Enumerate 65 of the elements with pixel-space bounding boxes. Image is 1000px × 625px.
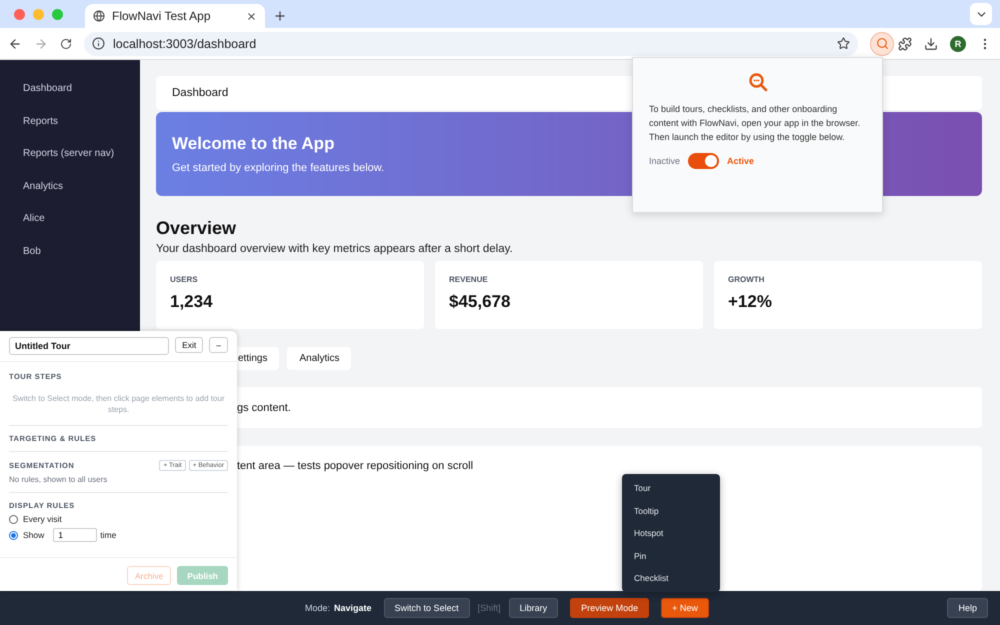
toggle-switch[interactable] [688,153,720,169]
menu-item[interactable]: Tour [622,478,720,500]
banner-title: Welcome to the App [172,134,334,154]
unit-label: time [100,530,116,540]
browser-tab[interactable]: FlowNavi Test App [85,4,265,28]
stat-value: $45,678 [449,292,512,312]
sidebar-item[interactable]: Reports [0,106,140,139]
info-icon [92,37,105,50]
menu-item[interactable]: Pin [622,546,720,568]
sidebar-item[interactable]: Alice [0,204,140,236]
mode-value: Navigate [334,603,372,613]
minimize-button[interactable]: – [209,337,228,353]
menu-item[interactable]: Tooltip [622,500,720,523]
mode-label: Mode: [305,603,330,613]
tab[interactable]: ettings [237,347,280,370]
download-icon [924,36,938,50]
stat-label: REVENUE [449,275,489,284]
exit-button[interactable]: Exit [175,337,204,353]
extension-button[interactable] [870,32,894,56]
close-dot[interactable] [14,8,25,20]
stat-value: 1,234 [170,292,214,312]
switch-mode-button[interactable]: Switch to Select [384,598,470,618]
help-button[interactable]: Help [947,598,988,618]
profile-avatar[interactable]: R [950,36,966,52]
bookmark-star-icon [837,37,850,50]
card-text: tent area — tests popover repositioning on scroll [237,460,474,472]
sidebar-item[interactable]: Bob [0,236,140,269]
globe-icon [93,10,105,22]
minimize-dot[interactable] [33,8,44,20]
forward-icon [34,36,48,50]
back-icon [8,36,22,50]
tour-name-field[interactable]: Untitled Tour [9,337,170,355]
inactive-label: Inactive [649,156,680,166]
section-title: Overview [156,218,238,239]
reload-icon [60,38,72,50]
address-bar[interactable]: localhost:3003/dashboard [84,32,858,56]
menu-item[interactable]: Checklist [622,568,720,590]
preview-button[interactable]: Preview Mode [570,598,650,618]
active-label: Active [727,156,754,166]
stat-label: GROWTH [728,275,766,284]
stat-label: USERS [170,275,199,284]
sidebar-item[interactable]: Analytics [0,172,140,204]
zoom-dot[interactable] [52,8,63,20]
radio-option[interactable]: Every visit [9,514,62,524]
new-button[interactable]: + New [661,598,709,618]
card-text: gs content. [237,402,291,414]
menu-item[interactable]: Hotspot [622,523,720,546]
count-field[interactable]: 1 [53,528,98,542]
tab[interactable]: Analytics [287,347,352,370]
steps-hint: Switch to Select mode, then click page elements to add tour steps. [11,393,226,415]
new-tab-icon[interactable] [273,9,287,23]
segmentation-note: No rules, shown to all users [9,475,108,484]
extensions-icon [898,36,912,50]
search-icon [748,72,768,92]
section-subtitle: Your dashboard overview with key metrics appears after a short delay. [156,243,514,255]
radio-option[interactable]: Show [9,530,44,540]
sidebar-item[interactable]: Reports (server nav) [0,139,140,172]
sidebar-item[interactable]: Dashboard [0,74,140,106]
close-icon [246,10,257,22]
shortcut-hint: [Shift] [478,603,501,613]
stat-value: +12% [728,292,773,312]
library-button[interactable]: Library [508,598,558,618]
banner-subtitle: Get started by exploring the features below. [172,162,384,174]
tab-list-button[interactable] [970,3,992,25]
search-icon [876,37,888,50]
